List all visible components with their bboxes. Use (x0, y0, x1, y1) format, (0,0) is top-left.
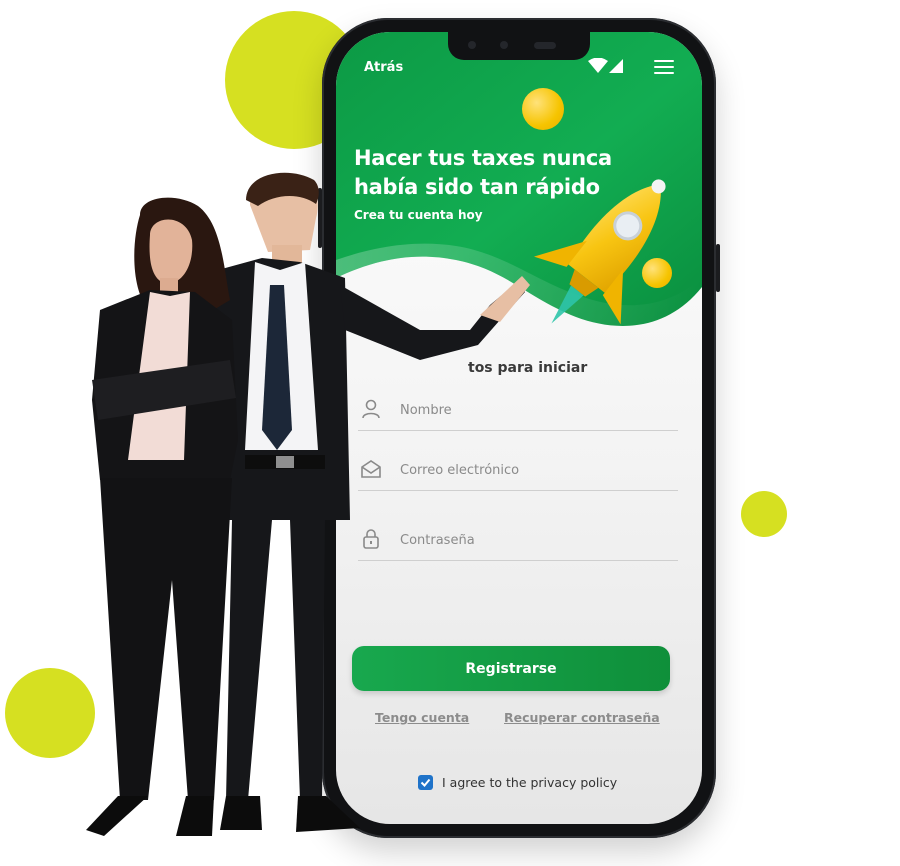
name-input[interactable] (398, 398, 672, 422)
name-field (358, 390, 678, 431)
phone-notch (448, 32, 590, 60)
rocket-icon (533, 179, 666, 325)
recover-password-link[interactable]: Recuperar contraseña (504, 710, 660, 725)
hamburger-menu-icon[interactable] (654, 59, 674, 75)
user-icon (362, 399, 380, 419)
decorative-circle-right (741, 491, 787, 537)
phone-power-button (716, 244, 720, 292)
register-button[interactable]: Registrarse (352, 646, 670, 691)
decorative-coin-top (522, 88, 564, 130)
have-account-link[interactable]: Tengo cuenta (375, 710, 469, 725)
phone-screen: Atrás Hacer tus taxes nunca había sido t… (336, 32, 702, 824)
check-icon (420, 778, 431, 787)
password-field (358, 520, 678, 561)
email-input[interactable] (398, 458, 672, 482)
wifi-signal-icon (588, 58, 623, 73)
form-heading: tos para iniciar (468, 360, 588, 376)
email-field (358, 450, 678, 491)
envelope-icon (361, 460, 381, 478)
privacy-checkbox[interactable] (418, 775, 433, 790)
phone-side-button (318, 188, 322, 248)
decorative-circle-bottom-left (5, 668, 95, 758)
hero-subtitle: Crea tu cuenta hoy (354, 208, 483, 222)
woman-figure (86, 197, 238, 836)
lock-icon (363, 529, 379, 549)
password-input[interactable] (398, 528, 672, 552)
phone-frame: Atrás Hacer tus taxes nunca había sido t… (318, 18, 720, 838)
back-link[interactable]: Atrás (364, 60, 403, 75)
privacy-label: I agree to the privacy policy (442, 775, 618, 790)
